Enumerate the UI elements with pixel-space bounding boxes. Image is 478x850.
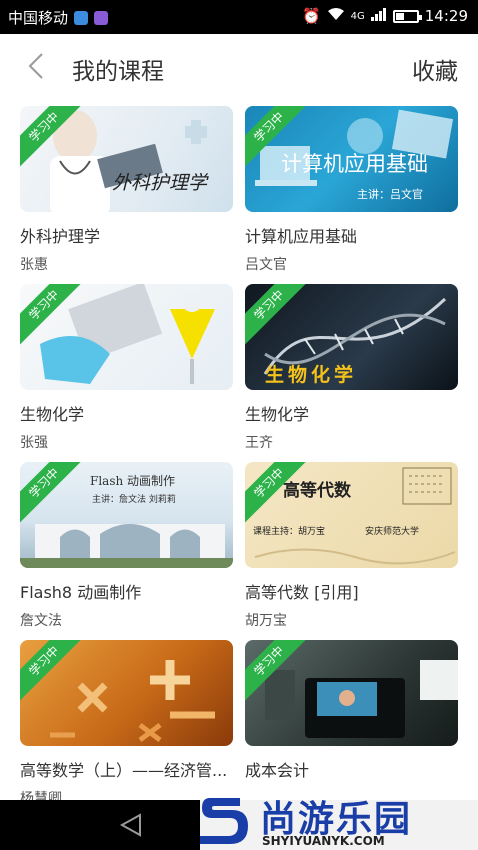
course-thumbnail[interactable]: 学习中 [20,284,233,390]
wifi-icon [327,7,345,25]
course-name: 生物化学 [20,405,85,424]
course-teacher: 詹文法 [20,613,62,629]
thumbnail-title: 计算机应用基础 [281,152,428,176]
course-thumbnail[interactable]: 学习中 高等代数 课程主持：胡万宝 安庆师范大学 [245,462,458,568]
battery-icon [392,9,422,23]
course-card[interactable]: 学习中 成本会计 [245,634,458,812]
course-grid: 学习中 外科护理学 外科护理学 张惠 学习中 计算机应用基础 主讲：吕文官 计算… [0,100,478,807]
course-teacher: 王齐 [245,435,273,451]
thumbnail-title: 生物化学 [265,364,358,386]
thumbnail-title: Flash 动画制作 [90,474,176,488]
course-name: Flash8 动画制作 [20,583,142,602]
chevron-left-icon [28,53,43,79]
course-card[interactable]: 学习中 高等数学（上）——经济管... 杨慧卿 [20,634,233,812]
status-right: ⏰ 4G 14:29 [302,7,468,25]
status-left: 中国移动 [8,7,109,28]
course-name: 外科护理学 [20,227,101,246]
course-card[interactable]: 学习中 生物化学 张强 [20,278,233,456]
course-card[interactable]: 学习中 外科护理学 外科护理学 张惠 [20,100,233,278]
app-notification-icon [94,10,109,25]
course-thumbnail[interactable]: 学习中 外科护理学 [20,106,233,212]
course-card[interactable]: 学习中 生物化学 生物化学 王齐 [245,278,458,456]
navigation-bar [0,800,200,850]
course-thumbnail[interactable]: 学习中 生物化学 [245,284,458,390]
course-thumbnail[interactable]: 学习中 计算机应用基础 主讲：吕文官 [245,106,458,212]
course-name: 生物化学 [245,405,310,424]
course-name: 高等数学（上）——经济管... [20,761,228,780]
thumbnail-subtitle: 课程主持：胡万宝 [253,527,326,537]
course-teacher: 张强 [20,435,48,451]
thumbnail-subtitle: 主讲：吕文官 [357,188,423,201]
course-thumbnail[interactable]: 学习中 [245,640,458,746]
gallery-icon [74,10,89,25]
app-header: 我的课程 收藏 [0,34,478,100]
course-name: 计算机应用基础 [245,227,358,246]
favorites-button[interactable]: 收藏 [412,52,458,86]
watermark: 尚游乐园 SHYIYUANYK.COM [200,790,478,850]
course-thumbnail[interactable]: 学习中 [20,640,233,746]
clock: 14:29 [424,7,468,25]
nav-back-icon[interactable] [118,812,144,838]
course-card[interactable]: 学习中 高等代数 课程主持：胡万宝 安庆师范大学 高等代数 [引用] 胡万宝 [245,456,458,634]
status-bar: 中国移动 ⏰ 4G 14:29 [0,0,478,34]
page-title: 我的课程 [72,59,164,85]
course-teacher: 张惠 [20,257,48,273]
course-name: 高等代数 [引用] [245,583,359,602]
thumbnail-subtitle-2: 安庆师范大学 [365,527,420,537]
carrier-label: 中国移动 [8,9,69,27]
network-type: 4G [350,10,365,22]
back-button[interactable] [18,48,54,84]
course-name: 成本会计 [245,761,310,780]
course-teacher: 吕文官 [245,257,287,273]
signal-icon [370,7,387,25]
thumbnail-title: 高等代数 [283,481,351,501]
thumbnail-subtitle: 主讲：詹文法 刘莉莉 [92,495,176,505]
course-card[interactable]: 学习中 计算机应用基础 主讲：吕文官 计算机应用基础 吕文官 [245,100,458,278]
thumbnail-title: 外科护理学 [112,172,208,194]
course-card[interactable]: 学习中 Flash 动画制作 主讲：詹文法 刘莉莉 Flash8 动画制作 詹文… [20,456,233,634]
alarm-icon: ⏰ [301,7,321,25]
course-teacher: 胡万宝 [245,613,287,629]
course-thumbnail[interactable]: 学习中 Flash 动画制作 主讲：詹文法 刘莉莉 [20,462,233,568]
watermark-url: SHYIYUANYK.COM [262,834,385,848]
